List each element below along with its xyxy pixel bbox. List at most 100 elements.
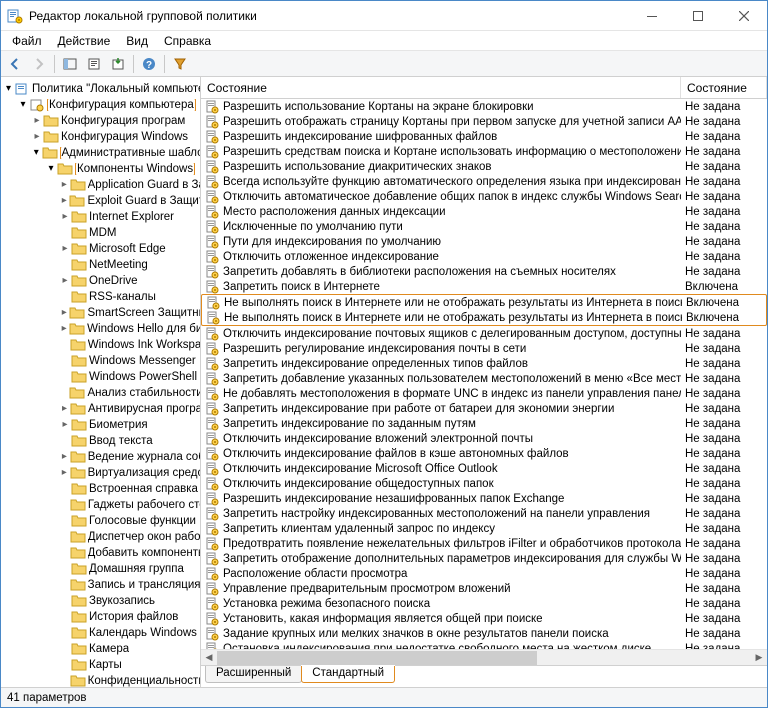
menu-help[interactable]: Справка (157, 33, 218, 49)
chevron-down-icon[interactable]: ▾ (31, 148, 42, 158)
policy-row[interactable]: Всегда используйте функцию автоматическо… (201, 174, 767, 189)
tree-item[interactable]: ▸Конфигурация програм (3, 113, 200, 129)
menu-view[interactable]: Вид (119, 33, 155, 49)
policy-row[interactable]: Не добавлять местоположения в формате UN… (201, 386, 767, 401)
policy-row[interactable]: Задание крупных или мелких значков в окн… (201, 626, 767, 641)
chevron-down-icon[interactable]: ▾ (45, 164, 57, 174)
scroll-track[interactable] (217, 651, 751, 665)
policy-row[interactable]: Разрешить регулирование индексирования п… (201, 341, 767, 356)
policy-row[interactable]: Запретить клиентам удаленный запрос по и… (201, 521, 767, 536)
chevron-right-icon[interactable]: ▸ (59, 196, 69, 206)
policy-row[interactable]: Расположение области просмотраНе задана (201, 566, 767, 581)
toolbar-help[interactable]: ? (138, 53, 160, 75)
tree-item[interactable]: Карты (3, 657, 200, 673)
scroll-left-icon[interactable]: ◀ (201, 650, 217, 666)
policy-row[interactable]: Разрешить средствам поиска и Кортане исп… (201, 144, 767, 159)
tree-item[interactable]: Запись и трансляция иг (3, 577, 200, 593)
policy-row[interactable]: Разрешить использование Кортаны на экран… (201, 99, 767, 114)
tree-item[interactable]: Windows PowerShell (3, 369, 200, 385)
tree-item[interactable]: Windows Messenger (3, 353, 200, 369)
maximize-button[interactable] (675, 1, 721, 31)
tree-item[interactable]: Анализ стабильности W (3, 385, 200, 401)
menu-file[interactable]: Файл (5, 33, 49, 49)
policy-row[interactable]: Место расположения данных индексацииНе з… (201, 204, 767, 219)
policy-row[interactable]: Установить, какая информация является об… (201, 611, 767, 626)
tree-item[interactable]: MDM (3, 225, 200, 241)
tree-item[interactable]: ▾Политика "Локальный компьютер" (3, 81, 200, 97)
chevron-right-icon[interactable]: ▸ (59, 452, 70, 462)
policy-row[interactable]: Предотвратить появление нежелательных фи… (201, 536, 767, 551)
tree-item[interactable]: Календарь Windows (3, 625, 200, 641)
policy-row[interactable]: Запретить отображение дополнительных пар… (201, 551, 767, 566)
chevron-right-icon[interactable]: ▸ (59, 324, 69, 334)
tree-item[interactable]: ▸Биометрия (3, 417, 200, 433)
chevron-right-icon[interactable]: ▸ (59, 308, 69, 318)
tree-item[interactable]: Звукозапись (3, 593, 200, 609)
toolbar-filter[interactable] (169, 53, 191, 75)
chevron-right-icon[interactable]: ▸ (59, 420, 71, 430)
scroll-thumb[interactable] (217, 651, 537, 665)
policy-row[interactable]: Запретить индексирование при работе от б… (201, 401, 767, 416)
tree-item[interactable]: Встроенная справка (3, 481, 200, 497)
tree-item[interactable]: Камера (3, 641, 200, 657)
policy-row[interactable]: Не выполнять поиск в Интернете или не от… (202, 310, 766, 325)
horizontal-scrollbar[interactable]: ◀ ▶ (201, 649, 767, 665)
tree-item[interactable]: Голосовые функции (3, 513, 200, 529)
policy-row[interactable]: Запретить добавление указанных пользоват… (201, 371, 767, 386)
toolbar-show-hide[interactable] (59, 53, 81, 75)
policy-row[interactable]: Отключить индексирование почтовых ящиков… (201, 326, 767, 341)
tree-item[interactable]: ▸Виртуализация средств (3, 465, 200, 481)
tree-item[interactable]: ▸Windows Hello для бизне (3, 321, 200, 337)
tree-item[interactable]: ▸Application Guard в Защ (3, 177, 200, 193)
chevron-down-icon[interactable]: ▾ (17, 100, 29, 110)
chevron-right-icon[interactable]: ▸ (59, 244, 71, 254)
policy-row[interactable]: Остановка индексирования при недостатке … (201, 641, 767, 649)
policy-row[interactable]: Запретить поиск в ИнтернетеВключена (201, 279, 767, 294)
chevron-right-icon[interactable]: ▸ (59, 276, 71, 286)
tree-item[interactable]: ▾Административные шаблоны (3, 145, 200, 161)
tab-standard[interactable]: Стандартный (301, 666, 395, 683)
policy-row[interactable]: Отключить индексирование вложений электр… (201, 431, 767, 446)
tab-extended[interactable]: Расширенный (205, 666, 302, 683)
close-button[interactable] (721, 1, 767, 31)
policy-row[interactable]: Разрешить индексирование незашифрованных… (201, 491, 767, 506)
policy-row[interactable]: Пути для индексирования по умолчаниюНе з… (201, 234, 767, 249)
tree-item[interactable]: NetMeeting (3, 257, 200, 273)
tree-item[interactable]: ▾Компоненты Windows (3, 161, 200, 177)
tree-item[interactable]: Конфиденциальность д (3, 673, 200, 687)
column-state[interactable]: Состояние (681, 77, 767, 98)
tree-item[interactable]: RSS-каналы (3, 289, 200, 305)
chevron-right-icon[interactable]: ▸ (31, 116, 43, 126)
minimize-button[interactable] (629, 1, 675, 31)
column-name[interactable]: Состояние (201, 77, 681, 98)
policy-row[interactable]: Разрешить отображать страницу Кортаны пр… (201, 114, 767, 129)
policy-row[interactable]: Исключенные по умолчанию путиНе задана (201, 219, 767, 234)
policy-row[interactable]: Отключить индексирование файлов в кэше а… (201, 446, 767, 461)
policy-row[interactable]: Отключить индексирование общедоступных п… (201, 476, 767, 491)
policy-row[interactable]: Запретить индексирование по заданным пут… (201, 416, 767, 431)
tree-item[interactable]: Диспетчер окон рабоче (3, 529, 200, 545)
policy-row[interactable]: Управление предварительным просмотром вл… (201, 581, 767, 596)
chevron-right-icon[interactable]: ▸ (59, 468, 70, 478)
tree-item[interactable]: ▸Конфигурация Windows (3, 129, 200, 145)
tree-item[interactable]: ▸Антивирусная програм (3, 401, 200, 417)
tree-item[interactable]: Гаджеты рабочего стол (3, 497, 200, 513)
policy-row[interactable]: Запретить добавлять в библиотеки располо… (201, 264, 767, 279)
scroll-right-icon[interactable]: ▶ (751, 650, 767, 666)
tree-item[interactable]: ▸OneDrive (3, 273, 200, 289)
tree-item[interactable]: Ввод текста (3, 433, 200, 449)
tree-item[interactable]: Добавить компоненты в (3, 545, 200, 561)
toolbar-export[interactable] (107, 53, 129, 75)
policy-row[interactable]: Установка режима безопасного поискаНе за… (201, 596, 767, 611)
policy-row[interactable]: Запретить настройку индексированных мест… (201, 506, 767, 521)
chevron-right-icon[interactable]: ▸ (59, 212, 71, 222)
tree-item[interactable]: Домашняя группа (3, 561, 200, 577)
chevron-right-icon[interactable]: ▸ (59, 404, 70, 414)
policy-row[interactable]: Отключить индексирование Microsoft Offic… (201, 461, 767, 476)
forward-button[interactable] (28, 53, 50, 75)
tree-item[interactable]: ▸Ведение журнала собы (3, 449, 200, 465)
chevron-right-icon[interactable]: ▸ (59, 180, 70, 190)
tree-item[interactable]: ▾Конфигурация компьютера (3, 97, 200, 113)
tree-item[interactable]: ▸Microsoft Edge (3, 241, 200, 257)
chevron-down-icon[interactable]: ▾ (3, 84, 14, 94)
